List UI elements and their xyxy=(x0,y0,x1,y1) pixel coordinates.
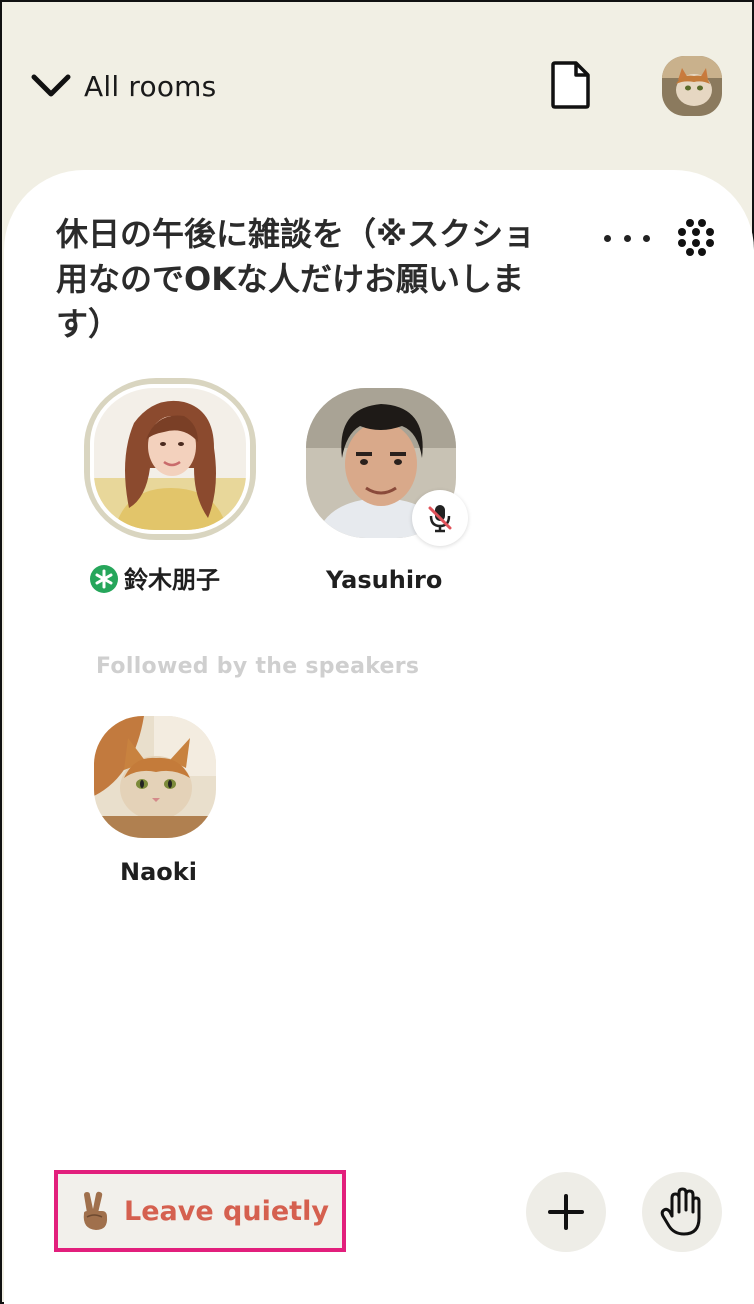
speaker-avatar xyxy=(90,384,250,534)
more-horizontal-icon xyxy=(643,234,650,242)
cat-photo xyxy=(662,56,722,116)
speaking-ring xyxy=(84,378,256,540)
listener-avatar xyxy=(94,716,216,838)
leave-quietly-label: Leave quietly xyxy=(124,1195,329,1227)
speaker-name: Yasuhiro xyxy=(326,566,443,594)
moderator-badge-icon xyxy=(90,565,118,593)
speaker-1[interactable]: 鈴木朋子 xyxy=(82,378,262,598)
listener-name: Naoki xyxy=(120,858,197,886)
more-options-button[interactable] xyxy=(604,230,650,246)
profile-avatar[interactable] xyxy=(662,56,722,116)
plus-icon xyxy=(548,1194,584,1230)
more-horizontal-icon xyxy=(604,234,611,242)
all-rooms-button[interactable]: All rooms xyxy=(30,66,216,106)
room-card: 休日の午後に雑談を（※スクショ用なのでOKな人だけお願いします） 鈴木朋子 Ya… xyxy=(4,170,754,1304)
top-bar: All rooms xyxy=(2,2,752,172)
chevron-down-icon xyxy=(31,74,71,97)
speaker-name: 鈴木朋子 xyxy=(90,560,220,595)
speaker-2[interactable]: Yasuhiro xyxy=(302,388,472,598)
add-button[interactable] xyxy=(526,1172,606,1252)
muted-badge xyxy=(412,490,468,546)
all-rooms-label: All rooms xyxy=(84,69,217,103)
raise-hand-icon xyxy=(660,1187,701,1236)
raise-hand-button[interactable] xyxy=(642,1172,722,1252)
mic-muted-icon xyxy=(428,505,452,533)
victory-hand-icon xyxy=(83,1191,108,1230)
more-horizontal-icon xyxy=(623,234,631,242)
followed-by-speakers-label: Followed by the speakers xyxy=(96,654,420,679)
leave-quietly-button[interactable]: Leave quietly xyxy=(54,1170,346,1252)
document-icon[interactable] xyxy=(550,60,592,110)
listener-1[interactable]: Naoki xyxy=(92,716,222,896)
room-title: 休日の午後に雑談を（※スクショ用なのでOKな人だけお願いします） xyxy=(56,215,536,343)
dots-grid-icon[interactable] xyxy=(677,218,715,256)
